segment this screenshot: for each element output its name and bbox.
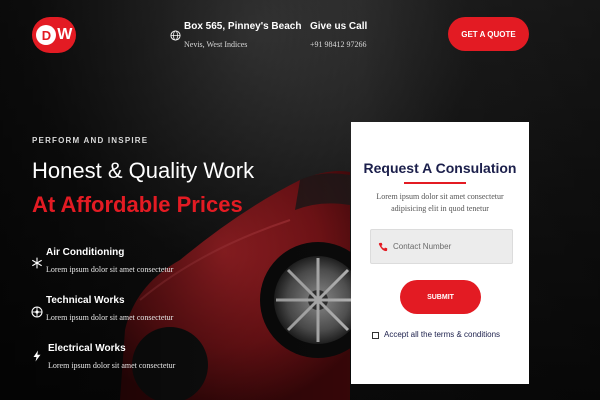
- address-title: Box 565, Pinney's Beach: [184, 21, 302, 32]
- feature-title-electrical-works: Electrical Works: [48, 343, 126, 354]
- feature-description: Lorem ipsum dolor sit amet consectetur: [46, 265, 174, 274]
- submit-button[interactable]: SUBMIT: [400, 280, 481, 314]
- call-title: Give us Call: [310, 21, 368, 32]
- wheel-icon: [31, 306, 43, 318]
- form-title: Request A Consulation: [363, 160, 517, 176]
- feature-title-technical-works: Technical Works: [46, 295, 125, 306]
- logo-letter-w: W: [57, 26, 72, 43]
- feature-title-air-conditioning: Air Conditioning: [46, 247, 125, 258]
- phone-number[interactable]: +91 98412 97266: [310, 40, 367, 49]
- globe-icon: [170, 30, 181, 41]
- contact-number-input[interactable]: [393, 242, 508, 251]
- snowflake-icon: [32, 257, 42, 269]
- contact-number-field[interactable]: [370, 229, 513, 264]
- get-quote-button[interactable]: GET A QUOTE: [448, 17, 529, 51]
- hero-headline-accent: At Affordable Prices: [32, 192, 243, 217]
- title-underline: [404, 182, 466, 184]
- lightning-icon: [33, 350, 41, 362]
- address-subtitle: Nevis, West Indices: [184, 40, 248, 49]
- brand-logo[interactable]: DW: [32, 17, 76, 53]
- logo-letter-d: D: [36, 25, 57, 45]
- consultation-form-card: Request A Consulation Lorem ipsum dolor …: [351, 122, 529, 384]
- feature-description: Lorem ipsum dolor sit amet consectetur: [46, 313, 174, 322]
- feature-description: Lorem ipsum dolor sit amet consectetur: [48, 361, 176, 370]
- terms-label[interactable]: Accept all the terms & conditions: [384, 330, 500, 339]
- phone-icon: [378, 242, 388, 251]
- form-description: Lorem ipsum dolor sit amet consectetur a…: [376, 192, 504, 213]
- hero-headline: Honest & Quality Work: [32, 158, 255, 183]
- terms-checkbox[interactable]: [372, 332, 379, 339]
- hero-eyebrow: PERFORM AND INSPIRE: [32, 136, 149, 145]
